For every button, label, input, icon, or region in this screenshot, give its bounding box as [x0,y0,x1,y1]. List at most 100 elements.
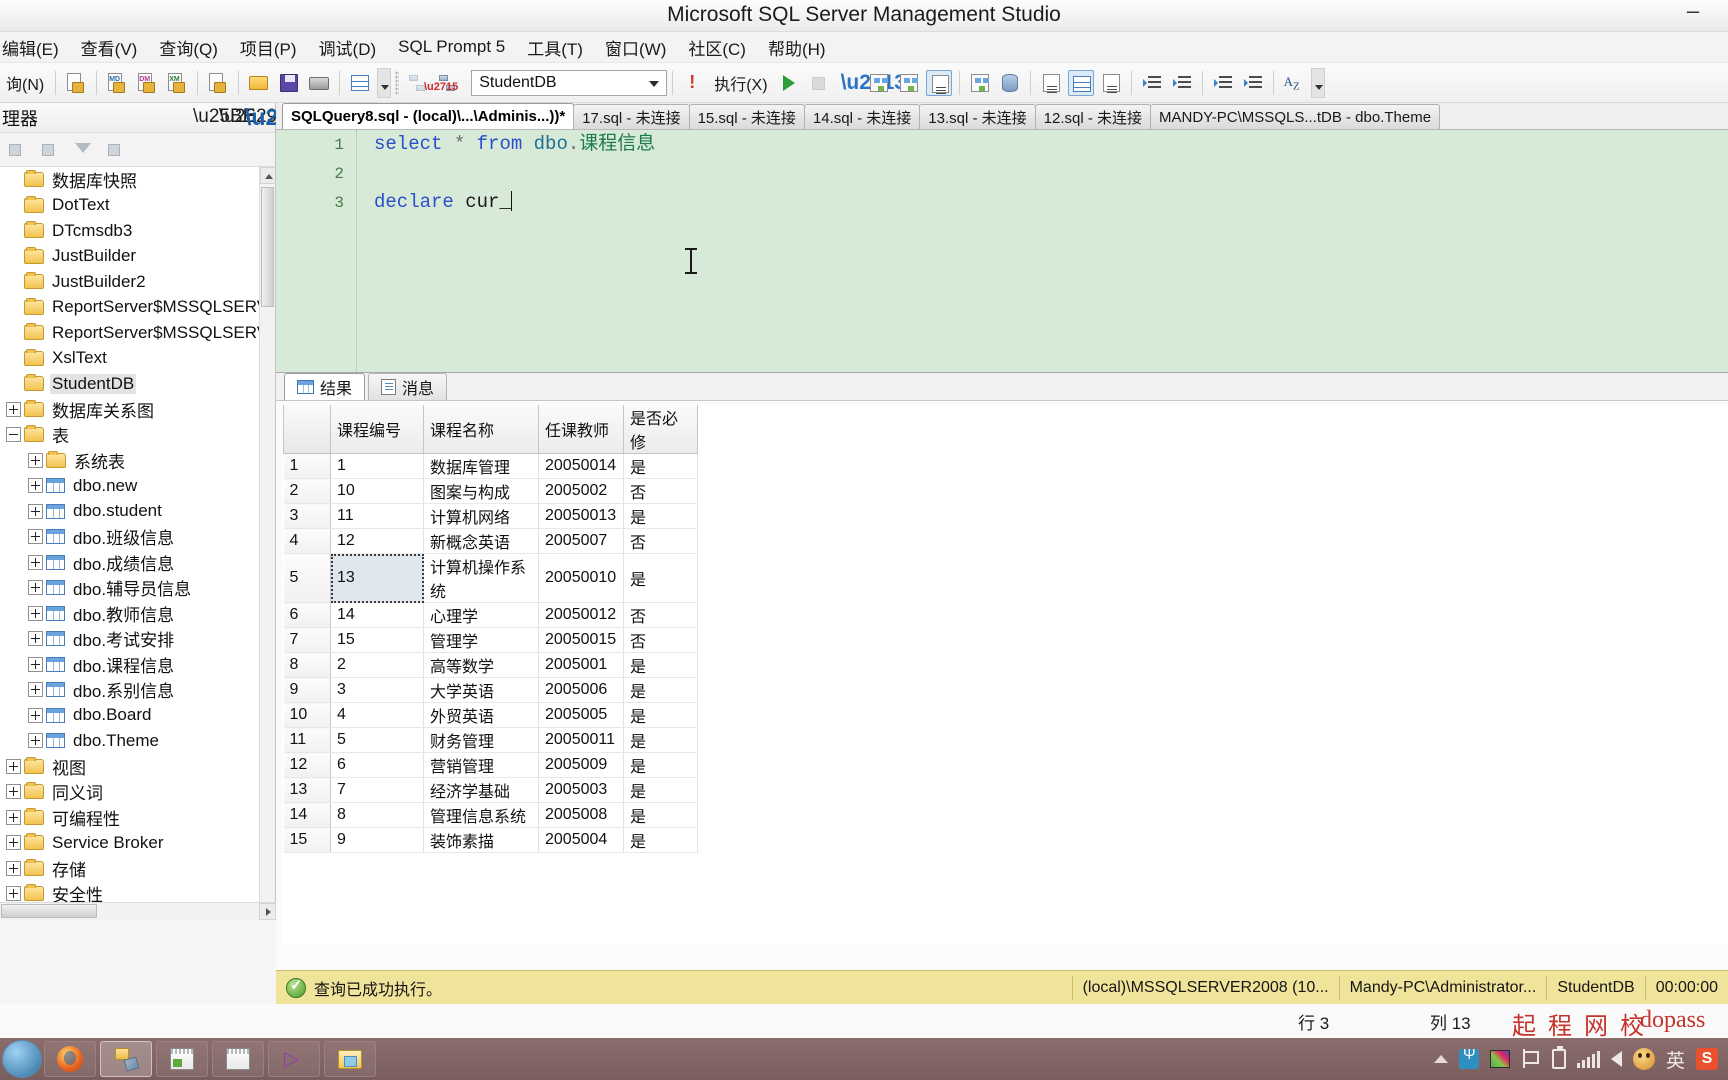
editor-tab[interactable]: SQLQuery8.sql - (local)\...\Adminis...))… [282,103,575,129]
cell-course-name[interactable]: 财务管理 [423,727,539,753]
cell-course-name[interactable]: 高等数学 [423,652,539,678]
cell-course-id[interactable]: 4 [330,702,424,728]
new-query-label[interactable]: 询(N) [0,71,50,95]
volume-icon[interactable] [1610,1051,1622,1067]
menu-item-window[interactable]: 窗口(W) [594,32,677,63]
tree-node[interactable]: dbo.new [0,473,259,499]
disconnect-object-explorer-icon[interactable]: \u2715 [424,70,461,96]
cell-course-name[interactable]: 管理学 [423,627,539,653]
outdent-icon[interactable] [1240,70,1266,96]
start-icon[interactable] [2,1040,42,1078]
tree-node[interactable]: StudentDB [0,371,259,397]
cell-required[interactable]: 否 [623,602,698,628]
tree-node[interactable]: dbo.系别信息 [0,677,259,703]
row-number-cell[interactable]: 6 [283,602,331,628]
tree-node[interactable]: dbo.课程信息 [0,652,259,678]
cell-required[interactable]: 否 [623,627,698,653]
object-explorer-tree[interactable]: 数据库快照 DotText DTcmsdb3 JustBuilder JustBuild… [0,167,275,920]
cell-course-id[interactable]: 9 [330,827,424,853]
tree-node[interactable]: ReportServer$MSSQLSERVER2 [0,295,275,321]
new-analysis-query-icon[interactable] [205,70,231,96]
cell-required[interactable]: 是 [623,827,698,853]
expand-icon[interactable] [6,784,21,800]
taskbar-editor[interactable] [156,1041,208,1077]
sql-editor[interactable]: 1 2 3 select * from dbo.课程信息 declare cur… [276,130,1728,373]
print-icon[interactable] [306,70,332,96]
table-row[interactable]: 9 3 大学英语 2005006 是 [283,677,698,703]
menu-item-edit[interactable]: 编辑(E) [0,32,70,63]
scroll-up-button[interactable] [260,167,275,184]
hscroll-thumb[interactable] [1,904,97,918]
table-row[interactable]: 12 6 营销管理 2005009 是 [283,752,698,778]
taskbar-visual-studio[interactable] [268,1041,320,1077]
pin-icon[interactable]: \u2629 [219,106,277,130]
cell-teacher[interactable]: 2005003 [538,777,624,803]
expand-icon[interactable] [28,554,43,570]
stop-icon[interactable] [806,70,832,96]
sort-az-icon[interactable]: AZ [1281,70,1307,96]
expand-icon[interactable] [28,452,43,468]
expand-icon[interactable] [6,758,21,774]
column-header-course-name[interactable]: 课程名称 [423,405,539,454]
tree-node[interactable]: dbo.考试安排 [0,626,259,652]
row-number-cell[interactable]: 14 [283,802,331,828]
editor-code[interactable]: select * from dbo.课程信息 declare cur_ [374,130,1728,217]
cell-course-id[interactable]: 14 [330,602,424,628]
cell-required[interactable]: 是 [623,553,698,603]
cell-required[interactable]: 否 [623,528,698,554]
new-dmx-query-icon[interactable]: DM [134,70,160,96]
stop-icon[interactable] [35,137,65,163]
cell-course-id[interactable]: 8 [330,802,424,828]
table-row[interactable]: 11 5 财务管理 20050011 是 [283,727,698,753]
expand-icon[interactable] [6,886,21,902]
expand-icon[interactable] [6,401,21,417]
new-document-icon[interactable] [63,70,89,96]
cell-required[interactable]: 是 [623,727,698,753]
tree-node[interactable]: 存储 [0,856,259,882]
cell-teacher[interactable]: 20050012 [538,602,624,628]
taskbar-firefox[interactable] [44,1041,96,1077]
cell-course-name[interactable]: 装饰素描 [423,827,539,853]
show-hidden-icons-icon[interactable] [1433,1055,1448,1063]
qq-icon[interactable] [1632,1048,1655,1070]
execute-label[interactable]: 执行(X) [708,71,773,95]
row-number-cell[interactable]: 2 [283,478,331,504]
cell-required[interactable]: 否 [623,478,698,504]
hscroll-right-button[interactable] [259,903,276,920]
connect-icon[interactable] [2,137,32,163]
column-header-course-id[interactable]: 课程编号 [330,405,424,454]
results-to-text-icon[interactable] [925,69,952,96]
cell-teacher[interactable]: 20050010 [538,553,624,603]
tree-node[interactable]: dbo.教师信息 [0,601,259,627]
row-number-cell[interactable]: 11 [283,727,331,753]
cell-course-id[interactable]: 2 [330,652,424,678]
tree-node[interactable]: XslText [0,346,259,372]
cell-required[interactable]: 是 [623,777,698,803]
include-actual-plan-icon[interactable] [967,70,993,96]
cell-course-name[interactable]: 计算机网络 [423,503,539,529]
spreadsheet-icon[interactable] [347,70,373,96]
tree-node[interactable]: DotText [0,193,259,219]
grid-corner-header[interactable] [283,405,331,454]
cell-required[interactable]: 是 [623,752,698,778]
cell-teacher[interactable]: 20050015 [538,627,624,653]
cell-course-name[interactable]: 管理信息系统 [423,802,539,828]
column-header-teacher[interactable]: 任课教师 [538,405,624,454]
cell-required[interactable]: 是 [623,453,698,479]
row-number-cell[interactable]: 15 [283,827,331,853]
new-mdx-query-icon[interactable]: MD [104,70,130,96]
tree-node[interactable]: JustBuilder [0,244,259,270]
results-grid[interactable]: 课程编号 课程名称 任课教师 是否必修 1 1 数据库管理 20050014 是 2 10 图… [283,405,698,853]
signal-icon[interactable] [1576,1050,1600,1068]
tab-results[interactable]: 结果 [284,373,366,400]
tree-node[interactable]: 同义词 [0,779,259,805]
column-header-required[interactable]: 是否必修 [623,405,698,454]
cell-teacher[interactable]: 20050014 [538,453,624,479]
open-file-icon[interactable] [246,70,272,96]
cell-course-name[interactable]: 数据库管理 [423,453,539,479]
network-icon[interactable] [1489,1050,1510,1068]
editor-tab[interactable]: 15.sql - 未连接 [688,104,805,129]
include-client-statistics-icon[interactable] [997,70,1023,96]
query-options-icon[interactable] [896,70,922,96]
taskbar-notepad[interactable] [212,1041,264,1077]
